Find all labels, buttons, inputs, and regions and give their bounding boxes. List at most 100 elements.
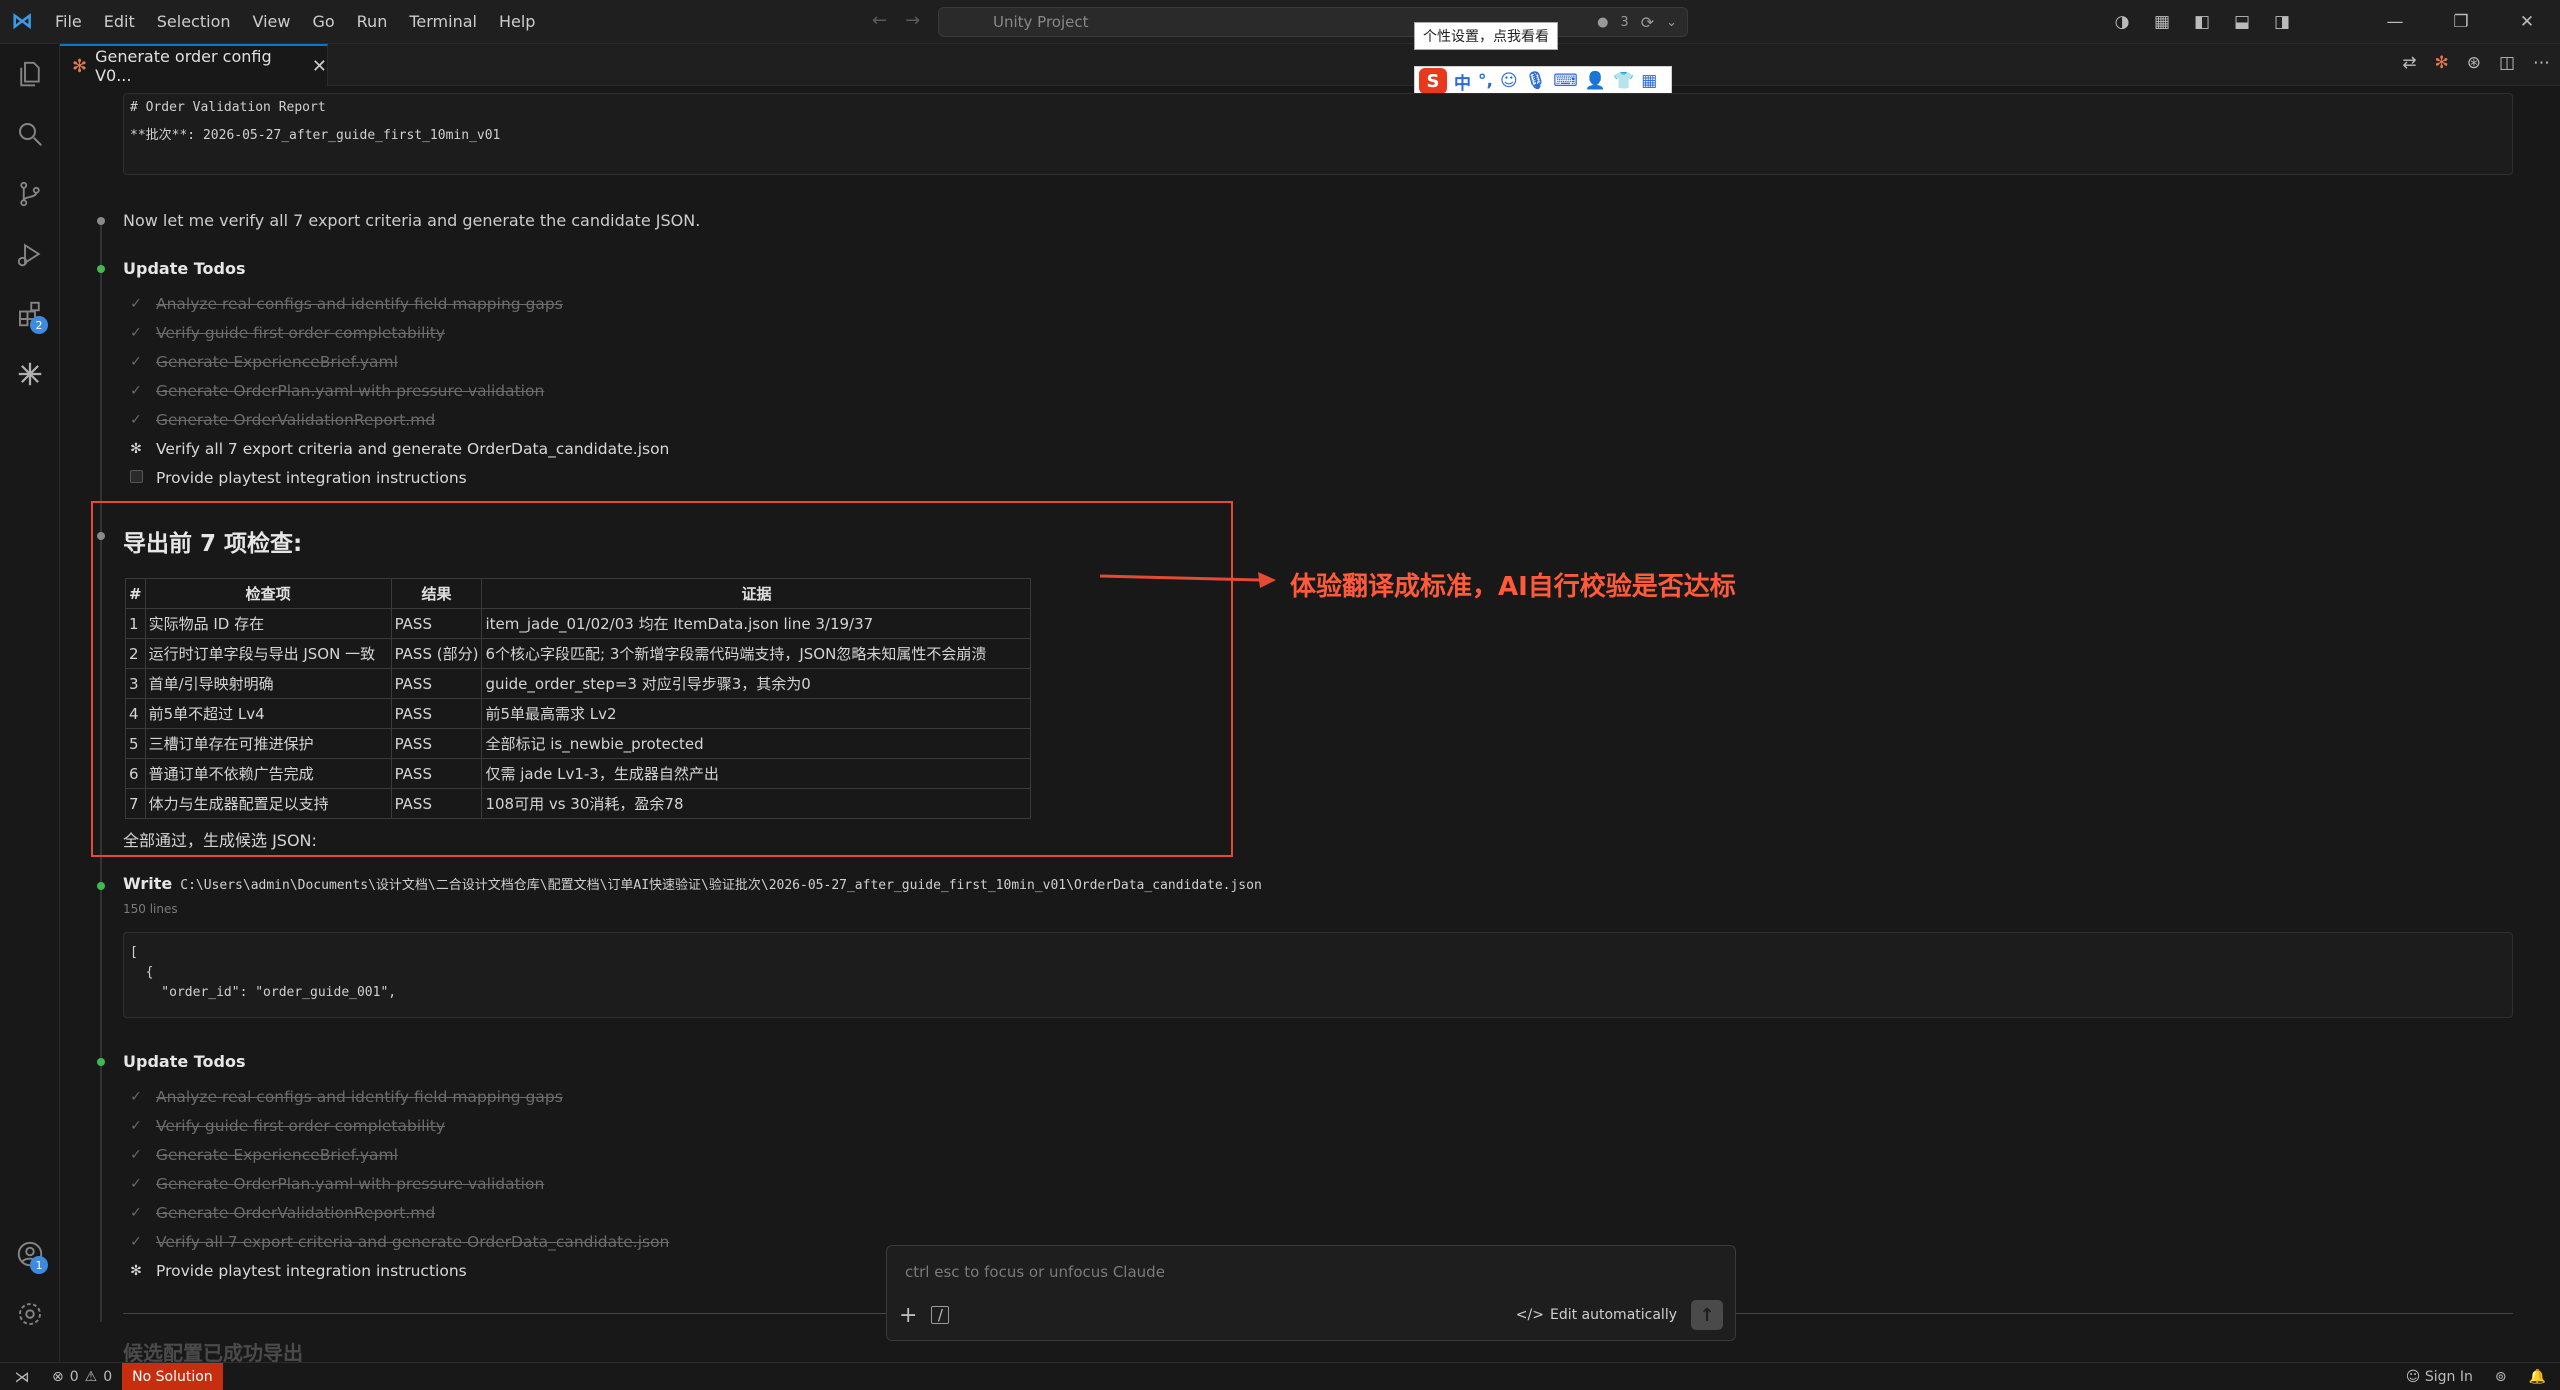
table-row: 2 运行时订单字段与导出 JSON 一致 PASS (部分) 6个核心字段匹配; 3个… <box>125 638 1032 669</box>
openai-icon[interactable]: ⊛ <box>2467 53 2481 73</box>
claude-icon[interactable] <box>0 344 60 404</box>
todo-item: ✓ Generate ExperienceBrief.yaml <box>128 353 398 371</box>
copilot-icon[interactable]: ◑ <box>2102 12 2142 32</box>
back-arrow-icon[interactable]: ← <box>872 10 887 31</box>
explorer-icon[interactable] <box>0 44 60 104</box>
settings-gear-icon[interactable] <box>0 1284 60 1344</box>
more-actions-icon[interactable]: ⋯ <box>2533 53 2550 73</box>
copilot-status-icon: ☺ <box>2405 1368 2421 1385</box>
table-row: 5 三槽订单存在可推进保护 PASS 全部标记 is_newbie_protected <box>125 728 1032 759</box>
chevron-down-icon[interactable]: ⌄ <box>1666 15 1677 30</box>
vscode-logo-icon: ⋈ <box>11 9 33 34</box>
todo-bullet <box>97 265 105 273</box>
todo-item-pending: Provide playtest integration instruction… <box>128 469 467 487</box>
write-line-count: 150 lines <box>123 902 178 916</box>
claude-conversation: # Order Validation Report **批次**: 2026-05… <box>60 87 2560 1362</box>
edit-mode-toggle[interactable]: </> Edit automatically <box>1516 1307 1677 1323</box>
check-icon: ✓ <box>130 383 142 399</box>
table-row: 4 前5单不超过 Lv4 PASS 前5单最高需求 Lv2 <box>125 698 1032 729</box>
window-controls: ◑ ▦ ◧ ⬓ ◨ — ❐ ✕ <box>2102 0 2560 44</box>
notifications-bell-icon[interactable]: 🔔 <box>2529 1369 2546 1385</box>
menu-edit[interactable]: Edit <box>93 12 146 31</box>
code-line: # Order Validation Report <box>130 100 326 115</box>
toggle-secondary-sidebar-icon[interactable]: ◨ <box>2262 12 2302 32</box>
no-solution-badge[interactable]: No Solution <box>122 1362 223 1390</box>
table-row: 6 普通订单不依赖广告完成 PASS 仅需 jade Lv1-3，生成器自然产出 <box>125 758 1032 789</box>
menu-file[interactable]: File <box>44 12 93 31</box>
close-tab-icon[interactable]: ✕ <box>312 56 327 77</box>
todo-item: ✓ Verify all 7 export criteria and genera… <box>128 1233 669 1251</box>
todo-item: ✓ Verify guide first order completability <box>128 1117 445 1135</box>
todo-item: ✓ Analyze real configs and identify field… <box>128 295 563 313</box>
menu-go[interactable]: Go <box>301 12 345 31</box>
check-icon: ✓ <box>130 1234 142 1250</box>
tab-actions: ⇄ ✻ ⊛ ◫ ⋯ <box>2402 53 2550 73</box>
message-bullet <box>97 217 105 225</box>
checks-table: # 检查项 结果 证据 1 实际物品 ID 存在 PASS item_jade_01/… <box>125 578 1032 819</box>
close-window-icon[interactable]: ✕ <box>2494 12 2560 32</box>
menu-run[interactable]: Run <box>346 12 399 31</box>
menu-view[interactable]: View <box>242 12 302 31</box>
menu-bar: File Edit Selection View Go Run Terminal… <box>44 12 546 31</box>
claude-prompt-input[interactable]: ctrl esc to focus or unfocus Claude + / … <box>886 1245 1736 1341</box>
todos-title: Update Todos <box>123 259 246 278</box>
compare-icon[interactable]: ⇄ <box>2402 53 2416 73</box>
run-debug-icon[interactable] <box>0 224 60 284</box>
ime-tooltip: 个性设置，点我看看 <box>1414 22 1558 50</box>
todo-item: ✓ Generate ExperienceBrief.yaml <box>128 1146 398 1164</box>
command-center-label: Unity Project <box>993 13 1089 31</box>
extensions-icon[interactable]: 2 <box>0 284 60 344</box>
nav-arrows: ← → <box>872 10 920 31</box>
table-header: 结果 <box>390 578 483 609</box>
todo-item: ✓ Generate OrderValidationReport.md <box>128 411 435 429</box>
agent-dot-icon: ● <box>1597 14 1609 30</box>
table-header: 检查项 <box>144 578 392 609</box>
write-label: Write <box>123 874 173 893</box>
checks-title: 导出前 7 项检查: <box>123 531 303 557</box>
command-center-extras: ● 3 ⟳ ⌄ <box>1597 13 1677 32</box>
restore-icon[interactable]: ❐ <box>2428 12 2494 32</box>
tab-generate-order-config[interactable]: ✻ Generate order config V0... ✕ <box>60 44 328 86</box>
claude-tab-icon: ✻ <box>72 55 88 77</box>
source-control-icon[interactable] <box>0 164 60 224</box>
command-center-search[interactable]: Unity Project ● 3 ⟳ ⌄ <box>938 7 1688 37</box>
todo-item: ✓ Generate OrderPlan.yaml with pressure v… <box>128 382 544 400</box>
search-icon[interactable] <box>0 104 60 164</box>
error-count: 0 <box>69 1368 79 1385</box>
report-code-block: # Order Validation Report **批次**: 2026-05… <box>123 93 2513 175</box>
table-row: 1 实际物品 ID 存在 PASS item_jade_01/02/03 均在 Ite… <box>125 608 1032 639</box>
code-line: "order_id": "order_guide_001", <box>130 985 397 1000</box>
write-file-path[interactable]: C:\Users\admin\Documents\设计文档\二合设计文档仓库\配… <box>180 878 1262 893</box>
sign-in-button[interactable]: ☺ Sign In <box>2406 1369 2473 1385</box>
add-attachment-icon[interactable]: + <box>899 1303 917 1328</box>
todo-item: ✓ Analyze real configs and identify field… <box>128 1088 563 1106</box>
title-bar: ⋈ File Edit Selection View Go Run Termin… <box>0 0 2560 44</box>
check-icon: ✓ <box>130 325 142 341</box>
code-brackets-icon: </> <box>1515 1307 1544 1323</box>
menu-selection[interactable]: Selection <box>146 12 242 31</box>
todos-title: Update Todos <box>123 1052 246 1071</box>
menu-terminal[interactable]: Terminal <box>398 12 488 31</box>
claude-action-icon[interactable]: ✻ <box>2434 53 2448 73</box>
chat-icon[interactable]: ⟳ <box>1641 13 1654 32</box>
toggle-panel-icon[interactable]: ⬓ <box>2222 12 2262 32</box>
menu-help[interactable]: Help <box>488 12 546 31</box>
todo-item-in-progress: ✻ Verify all 7 export criteria and genera… <box>128 440 669 458</box>
toggle-sidebar-icon[interactable]: ◧ <box>2182 12 2222 32</box>
minimize-icon[interactable]: — <box>2362 12 2428 32</box>
split-editor-icon[interactable]: ◫ <box>2499 53 2515 73</box>
forward-arrow-icon[interactable]: → <box>905 10 920 31</box>
table-row: 7 体力与生成器配置足以支持 PASS 108可用 vs 30消耗，盈余78 <box>125 788 1032 819</box>
send-button[interactable]: ↑ <box>1691 1300 1723 1330</box>
remote-icon[interactable]: ⋊ <box>0 1368 44 1386</box>
problems-indicator[interactable]: ⊗ 0 ⚠ 0 <box>52 1369 112 1385</box>
check-icon: ✓ <box>130 1089 142 1105</box>
accounts-icon[interactable]: 1 <box>0 1224 60 1284</box>
slash-command-icon[interactable]: / <box>931 1306 950 1324</box>
extensions-badge: 2 <box>30 316 48 334</box>
layout-custom-icon[interactable]: ▦ <box>2142 12 2182 32</box>
table-header: # <box>125 578 146 609</box>
spinner-icon: ✻ <box>130 441 142 457</box>
copilot-icon[interactable]: ⊚ <box>2495 1369 2507 1385</box>
accounts-badge: 1 <box>30 1256 48 1274</box>
